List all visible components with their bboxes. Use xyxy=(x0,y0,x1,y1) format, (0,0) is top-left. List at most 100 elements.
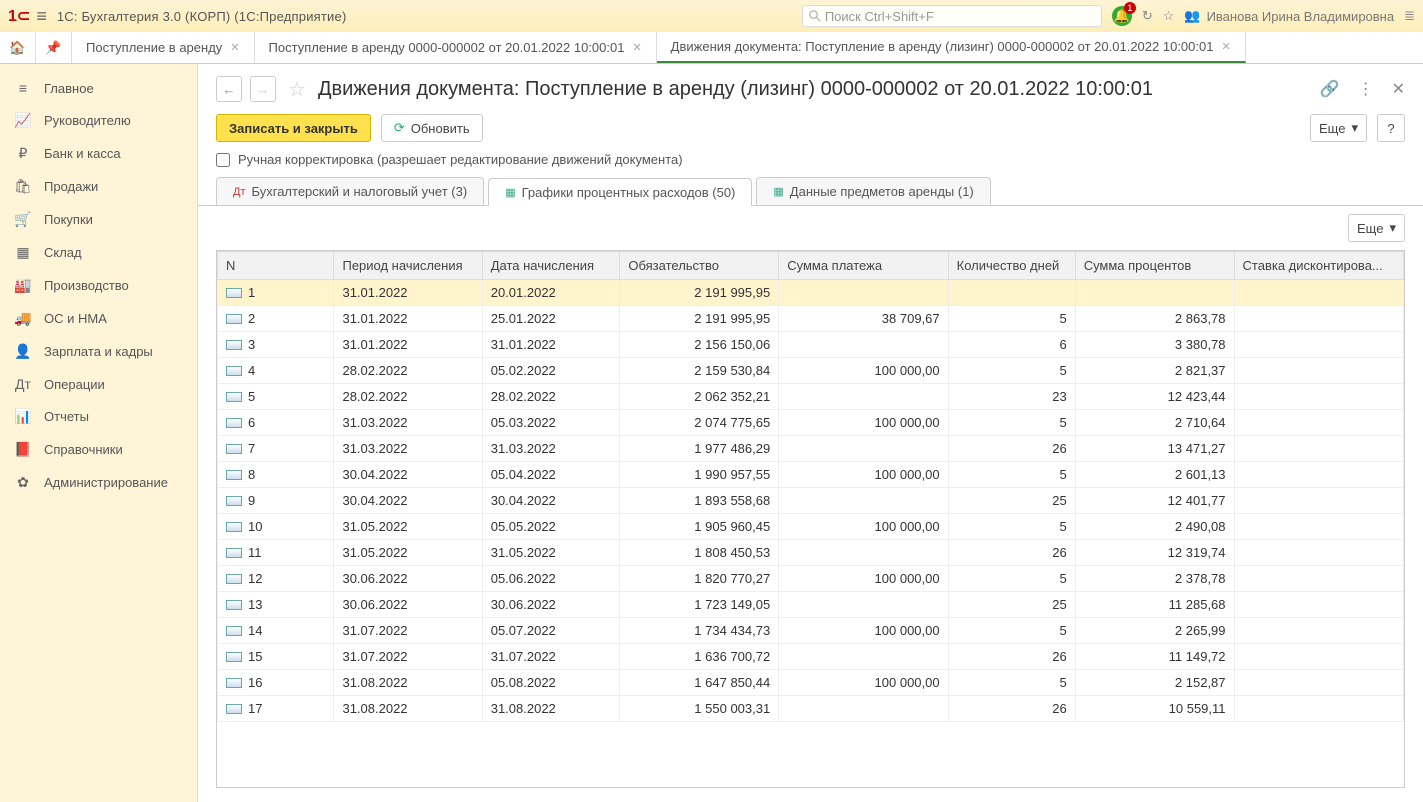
cell-int[interactable]: 2 265,99 xyxy=(1075,618,1234,644)
cell-pay[interactable]: 100 000,00 xyxy=(779,566,948,592)
table-row[interactable]: 1731.08.202231.08.20221 550 003,312610 5… xyxy=(218,696,1404,722)
cell-rate[interactable] xyxy=(1234,592,1403,618)
cell-pay[interactable] xyxy=(779,488,948,514)
col-liability[interactable]: Обязательство xyxy=(620,252,779,280)
cell-liab[interactable]: 1 820 770,27 xyxy=(620,566,779,592)
cell-n[interactable]: 17 xyxy=(218,696,334,722)
cell-liab[interactable]: 1 550 003,31 xyxy=(620,696,779,722)
table-row[interactable]: 1531.07.202231.07.20221 636 700,722611 1… xyxy=(218,644,1404,670)
table-more-button[interactable]: Еще ▾ xyxy=(1348,214,1405,242)
table-row[interactable]: 930.04.202230.04.20221 893 558,682512 40… xyxy=(218,488,1404,514)
col-payment[interactable]: Сумма платежа xyxy=(779,252,948,280)
hamburger-icon[interactable]: ≡ xyxy=(36,6,47,27)
cell-rate[interactable] xyxy=(1234,436,1403,462)
table-row[interactable]: 1230.06.202205.06.20221 820 770,27100 00… xyxy=(218,566,1404,592)
table-row[interactable]: 428.02.202205.02.20222 159 530,84100 000… xyxy=(218,358,1404,384)
cell-rate[interactable] xyxy=(1234,696,1403,722)
inner-tab[interactable]: ДтБухгалтерский и налоговый учет (3) xyxy=(216,177,484,205)
pin-button[interactable]: 📌 xyxy=(36,32,72,63)
sidebar-item[interactable]: ✿Администрирование xyxy=(0,466,197,499)
cell-liab[interactable]: 1 636 700,72 xyxy=(620,644,779,670)
nav-forward-button[interactable]: → xyxy=(250,76,276,102)
cell-days[interactable]: 5 xyxy=(948,566,1075,592)
cell-days[interactable]: 5 xyxy=(948,358,1075,384)
cell-date[interactable]: 30.04.2022 xyxy=(482,488,620,514)
cell-date[interactable]: 05.04.2022 xyxy=(482,462,620,488)
cell-date[interactable]: 31.05.2022 xyxy=(482,540,620,566)
cell-pay[interactable]: 38 709,67 xyxy=(779,306,948,332)
cell-period[interactable]: 31.03.2022 xyxy=(334,410,482,436)
sidebar-item[interactable]: ≡Главное xyxy=(0,72,197,104)
home-button[interactable]: 🏠 xyxy=(0,32,36,63)
cell-period[interactable]: 31.07.2022 xyxy=(334,644,482,670)
cell-liab[interactable]: 2 156 150,06 xyxy=(620,332,779,358)
cell-rate[interactable] xyxy=(1234,488,1403,514)
save-close-button[interactable]: Записать и закрыть xyxy=(216,114,371,142)
sidebar-item[interactable]: 👤Зарплата и кадры xyxy=(0,335,197,368)
cell-date[interactable]: 05.07.2022 xyxy=(482,618,620,644)
window-tab[interactable]: Движения документа: Поступление в аренду… xyxy=(657,32,1246,63)
cell-n[interactable]: 13 xyxy=(218,592,334,618)
cell-days[interactable]: 5 xyxy=(948,462,1075,488)
cell-liab[interactable]: 1 723 149,05 xyxy=(620,592,779,618)
cell-date[interactable]: 31.01.2022 xyxy=(482,332,620,358)
sidebar-item[interactable]: ▦Склад xyxy=(0,236,197,269)
cell-period[interactable]: 31.01.2022 xyxy=(334,332,482,358)
more-button[interactable]: Еще ▾ xyxy=(1310,114,1367,142)
cell-rate[interactable] xyxy=(1234,306,1403,332)
col-n[interactable]: N xyxy=(218,252,334,280)
cell-int[interactable]: 2 601,13 xyxy=(1075,462,1234,488)
sidebar-item[interactable]: 🚚ОС и НМА xyxy=(0,302,197,335)
table-row[interactable]: 231.01.202225.01.20222 191 995,9538 709,… xyxy=(218,306,1404,332)
cell-n[interactable]: 11 xyxy=(218,540,334,566)
close-icon[interactable]: ✕ xyxy=(1392,79,1405,99)
cell-pay[interactable] xyxy=(779,540,948,566)
cell-n[interactable]: 6 xyxy=(218,410,334,436)
cell-date[interactable]: 30.06.2022 xyxy=(482,592,620,618)
cell-date[interactable]: 25.01.2022 xyxy=(482,306,620,332)
schedule-table[interactable]: N Период начисления Дата начисления Обяз… xyxy=(216,250,1405,788)
cell-days[interactable]: 26 xyxy=(948,696,1075,722)
cell-days[interactable]: 26 xyxy=(948,644,1075,670)
cell-days[interactable] xyxy=(948,280,1075,306)
cell-int[interactable]: 12 423,44 xyxy=(1075,384,1234,410)
window-tab[interactable]: Поступление в аренду 0000-000002 от 20.0… xyxy=(255,32,657,63)
cell-date[interactable]: 05.02.2022 xyxy=(482,358,620,384)
cell-pay[interactable]: 100 000,00 xyxy=(779,462,948,488)
cell-liab[interactable]: 2 159 530,84 xyxy=(620,358,779,384)
help-button[interactable]: ? xyxy=(1377,114,1405,142)
cell-date[interactable]: 05.05.2022 xyxy=(482,514,620,540)
cell-date[interactable]: 05.08.2022 xyxy=(482,670,620,696)
cell-period[interactable]: 30.06.2022 xyxy=(334,566,482,592)
cell-rate[interactable] xyxy=(1234,332,1403,358)
favorite-icon[interactable]: ☆ xyxy=(1163,8,1175,24)
table-row[interactable]: 830.04.202205.04.20221 990 957,55100 000… xyxy=(218,462,1404,488)
cell-pay[interactable] xyxy=(779,436,948,462)
cell-n[interactable]: 1 xyxy=(218,280,334,306)
cell-rate[interactable] xyxy=(1234,670,1403,696)
more-menu-icon[interactable]: ⋮ xyxy=(1358,79,1374,99)
cell-rate[interactable] xyxy=(1234,566,1403,592)
cell-n[interactable]: 9 xyxy=(218,488,334,514)
cell-n[interactable]: 15 xyxy=(218,644,334,670)
sidebar-item[interactable]: 📕Справочники xyxy=(0,433,197,466)
cell-int[interactable]: 12 401,77 xyxy=(1075,488,1234,514)
manual-edit-checkbox[interactable] xyxy=(216,153,230,167)
history-icon[interactable]: ↻ xyxy=(1142,8,1153,24)
cell-int[interactable]: 2 152,87 xyxy=(1075,670,1234,696)
cell-liab[interactable]: 1 893 558,68 xyxy=(620,488,779,514)
cell-pay[interactable] xyxy=(779,696,948,722)
cell-rate[interactable] xyxy=(1234,540,1403,566)
cell-days[interactable]: 26 xyxy=(948,436,1075,462)
cell-days[interactable]: 5 xyxy=(948,410,1075,436)
cell-pay[interactable]: 100 000,00 xyxy=(779,618,948,644)
inner-tab[interactable]: ▦Графики процентных расходов (50) xyxy=(488,178,752,206)
cell-date[interactable]: 28.02.2022 xyxy=(482,384,620,410)
cell-pay[interactable]: 100 000,00 xyxy=(779,358,948,384)
cell-period[interactable]: 30.06.2022 xyxy=(334,592,482,618)
table-row[interactable]: 131.01.202220.01.20222 191 995,95 xyxy=(218,280,1404,306)
global-search[interactable]: Поиск Ctrl+Shift+F xyxy=(802,5,1102,27)
cell-liab[interactable]: 2 191 995,95 xyxy=(620,306,779,332)
table-row[interactable]: 1431.07.202205.07.20221 734 434,73100 00… xyxy=(218,618,1404,644)
cell-int[interactable]: 3 380,78 xyxy=(1075,332,1234,358)
